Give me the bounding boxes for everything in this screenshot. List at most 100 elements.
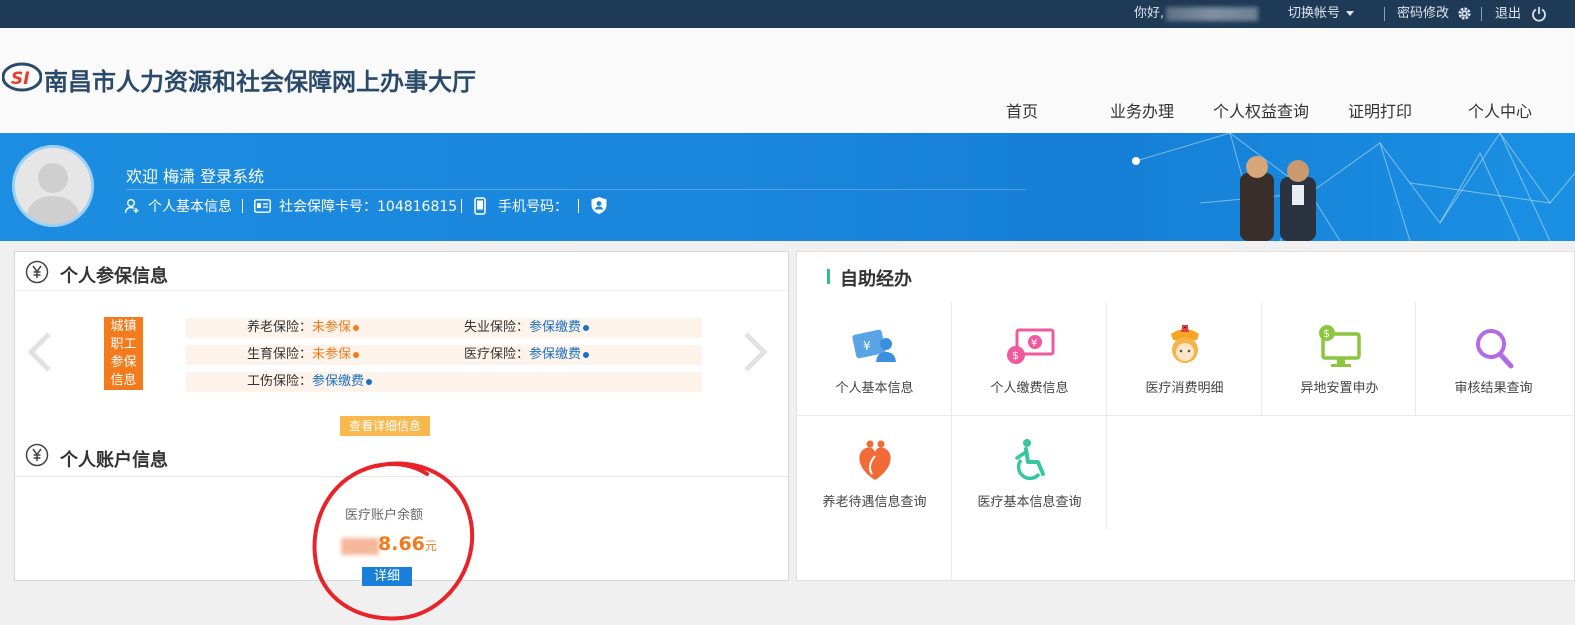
tile-relocation[interactable]: $ 异地安置申办: [1262, 302, 1417, 415]
status-dot: [353, 351, 360, 358]
insurance-row: 工伤保险：参保缴费: [186, 372, 702, 392]
avatar: [12, 145, 94, 227]
power-icon: [1532, 7, 1547, 22]
phone-icon: [474, 197, 486, 215]
blurred-balance-digits: [341, 538, 379, 555]
yen-circle-icon: [25, 443, 49, 467]
tile-label: 个人基本信息: [835, 381, 914, 396]
balance-value: 8.66: [378, 533, 425, 555]
insurance-status: 参保缴费: [312, 374, 365, 389]
logo-letters: SI: [11, 69, 30, 89]
tile-medical-basic-info[interactable]: 医疗基本信息查询: [952, 416, 1107, 529]
switch-account-label: 切换帐号: [1288, 6, 1341, 21]
topbar-divider: [1481, 7, 1482, 21]
currency-unit: 元: [424, 539, 437, 553]
chevron-right-icon[interactable]: [740, 332, 770, 372]
self-service-title: 自助经办: [840, 269, 912, 290]
tile-label: 医疗消费明细: [1145, 381, 1224, 396]
nurse-icon: [1171, 325, 1199, 363]
self-service-panel: 自助经办 ¥ 个人基本信息 ¥ $ 个人缴费信息 医疗消费明细 $ 异地安置申办…: [796, 251, 1575, 581]
account-detail-button[interactable]: 详细: [362, 567, 412, 586]
shield-user-icon[interactable]: [590, 196, 608, 215]
nav-personal-center[interactable]: 个人中心: [1468, 98, 1532, 122]
account-title: 个人账户信息: [60, 450, 168, 471]
insurance-label: 失业保险：: [464, 320, 530, 335]
welcome-text: 欢迎 梅潇 登录系统: [126, 167, 265, 186]
maternity-insurance: 生育保险：未参保: [247, 346, 360, 364]
section-divider: [15, 290, 788, 291]
title-accent-bar: [827, 269, 830, 284]
insurance-label: 养老保险：: [247, 320, 313, 335]
personal-info-link[interactable]: 个人基本信息: [148, 196, 232, 216]
tile-review-results[interactable]: 审核结果查询: [1416, 302, 1571, 415]
gear-icon: [1458, 7, 1471, 20]
magnifier-icon: [1476, 329, 1514, 369]
insurance-label: 工伤保险：: [247, 374, 313, 389]
view-details-button[interactable]: 查看详细信息: [340, 416, 430, 436]
urban-worker-insurance-badge: 城镇 职工 参保 信息: [104, 317, 143, 390]
insurance-label: 生育保险：: [247, 347, 313, 362]
insurance-status: 参保缴费: [529, 320, 582, 335]
status-dot: [583, 351, 590, 358]
site-header: SI 南昌市人力资源和社会保障网上办事大厅 首页 业务办理 个人权益查询 证明打…: [0, 28, 1575, 133]
status-dot: [353, 324, 360, 331]
si-logo-icon: SI: [2, 62, 42, 92]
banner-separator: [578, 199, 579, 213]
svg-text:$: $: [1012, 349, 1019, 362]
user-add-icon: [124, 199, 139, 214]
network-decoration: [1132, 133, 1575, 241]
tile-label: 个人缴费信息: [990, 381, 1069, 396]
badge-line: 职工: [110, 337, 137, 352]
tile-medical-expense[interactable]: 医疗消费明细: [1107, 302, 1262, 415]
card-icon: [254, 199, 271, 213]
logout-label: 退出: [1495, 6, 1522, 22]
switch-account-button[interactable]: 切换帐号: [1288, 6, 1355, 22]
banner-separator: [461, 199, 462, 213]
medical-balance-label: 医疗账户余额: [345, 508, 424, 523]
insurance-status: 参保缴费: [529, 347, 582, 362]
payment-icon: ¥ $: [1007, 328, 1055, 364]
site-title: 南昌市人力资源和社会保障网上办事大厅: [44, 68, 476, 96]
pension-insurance: 养老保险：未参保: [247, 319, 360, 337]
banner-separator: [242, 199, 243, 213]
tile-payment-info[interactable]: ¥ $ 个人缴费信息: [952, 302, 1107, 415]
badge-line: 信息: [110, 373, 137, 388]
yen-circle-icon: [25, 260, 49, 284]
insurance-status: 未参保: [312, 347, 352, 362]
change-password-button[interactable]: 密码修改: [1397, 6, 1472, 22]
greeting-text: 你好,: [1134, 6, 1165, 21]
blurred-username: [1166, 6, 1259, 21]
section-divider: [15, 476, 788, 477]
insurance-title: 个人参保信息: [60, 266, 168, 287]
top-bar: 你好, 切换帐号 密码修改 退出: [0, 0, 1575, 28]
badge-line: 城镇: [110, 319, 137, 334]
nav-business[interactable]: 业务办理: [1110, 98, 1174, 122]
medical-balance-amount: 8.66元: [378, 533, 437, 555]
monitor-dollar-icon: $: [1319, 325, 1361, 367]
logout-button[interactable]: 退出: [1495, 6, 1547, 23]
tile-label: 养老待遇信息查询: [822, 495, 927, 510]
insurance-row: 生育保险：未参保 医疗保险：参保缴费: [186, 345, 702, 365]
tile-personal-info[interactable]: ¥ 个人基本信息: [797, 302, 952, 415]
nav-home[interactable]: 首页: [1006, 98, 1038, 122]
nav-rights-query[interactable]: 个人权益查询: [1213, 98, 1309, 122]
topbar-divider: [1384, 7, 1385, 21]
svg-text:¥: ¥: [863, 339, 871, 353]
tile-pension-benefits[interactable]: 养老待遇信息查询: [797, 416, 952, 529]
banner-divider: [126, 189, 1026, 190]
unemployment-insurance: 失业保险：参保缴费: [464, 319, 590, 337]
insurance-label: 医疗保险：: [464, 347, 530, 362]
status-dot: [366, 378, 373, 385]
tile-label: 审核结果查询: [1454, 381, 1533, 396]
user-silhouette-icon: [25, 163, 81, 224]
wheelchair-icon: [1015, 439, 1045, 481]
welcome-banner: 欢迎 梅潇 登录系统 个人基本信息 社会保障卡号：104816815 手机号码：: [0, 133, 1575, 241]
tile-label: 医疗基本信息查询: [977, 495, 1082, 510]
change-password-label: 密码修改: [1397, 6, 1450, 21]
chevron-left-icon[interactable]: [25, 332, 55, 372]
nav-certificate-print[interactable]: 证明打印: [1348, 98, 1412, 122]
tile-label: 异地安置申办: [1300, 381, 1379, 396]
insurance-status: 未参保: [312, 320, 352, 335]
heart-hands-icon: [859, 440, 891, 480]
badge-line: 参保: [110, 355, 137, 370]
